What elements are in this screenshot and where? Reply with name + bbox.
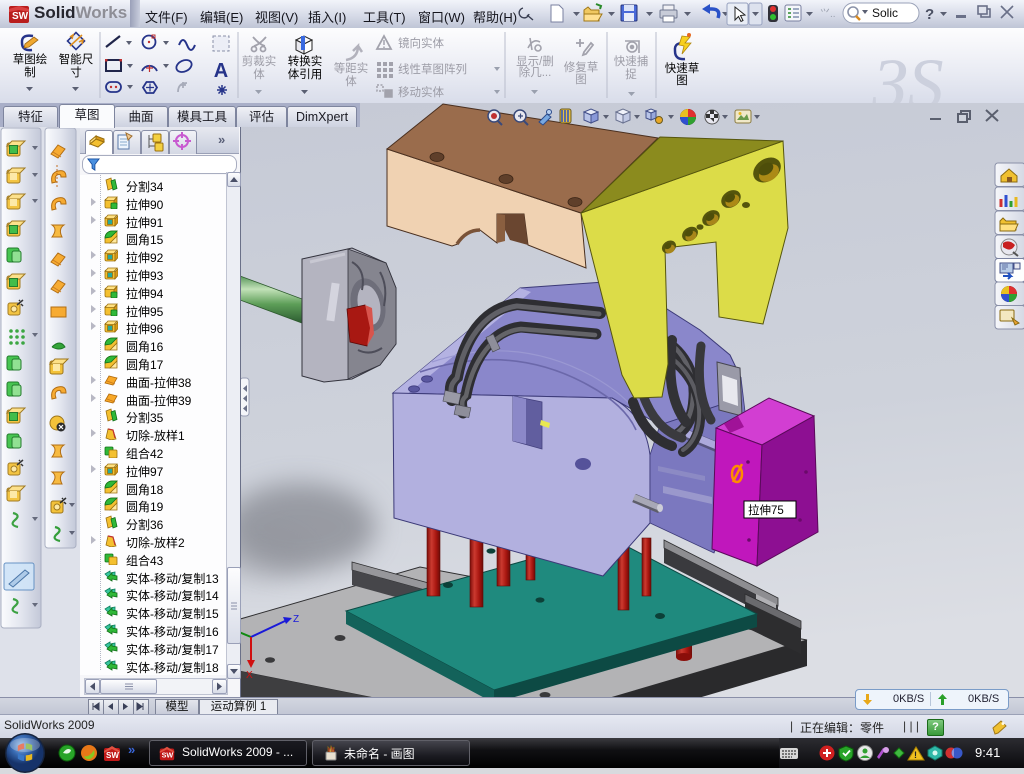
svg-text:Solic: Solic bbox=[872, 6, 898, 20]
svg-text:快速草: 快速草 bbox=[665, 62, 700, 75]
svg-text:!: ! bbox=[914, 750, 917, 760]
svg-text:寸: 寸 bbox=[70, 65, 82, 79]
svg-text:A: A bbox=[214, 60, 228, 82]
svg-text:⺍..: ⺍.. bbox=[820, 8, 836, 20]
svg-text:ЗS: ЗS bbox=[872, 44, 944, 103]
svg-text:X: X bbox=[246, 670, 253, 681]
svg-text:剪裁实: 剪裁实 bbox=[242, 54, 277, 68]
svg-text:?: ? bbox=[925, 6, 934, 23]
svg-text:拉伸75: 拉伸75 bbox=[748, 503, 784, 517]
svg-text:线性草图阵列: 线性草图阵列 bbox=[398, 62, 467, 76]
svg-text:智能尺: 智能尺 bbox=[59, 52, 94, 66]
svg-text:制: 制 bbox=[24, 66, 36, 79]
svg-text:体引用: 体引用 bbox=[288, 67, 323, 81]
svg-text:等距实: 等距实 bbox=[334, 61, 369, 75]
svg-text:修复草: 修复草 bbox=[564, 60, 599, 74]
svg-text:体: 体 bbox=[345, 74, 357, 88]
svg-text:SW: SW bbox=[106, 751, 119, 760]
svg-text:镜向实体: 镜向实体 bbox=[398, 36, 444, 50]
svg-text:图: 图 bbox=[676, 74, 688, 87]
svg-text:SW: SW bbox=[162, 751, 174, 760]
svg-text:快速捕: 快速捕 bbox=[614, 54, 649, 68]
svg-text:体: 体 bbox=[253, 67, 265, 81]
svg-text:除几...: 除几... bbox=[519, 65, 552, 79]
svg-text:草图绘: 草图绘 bbox=[13, 52, 48, 66]
svg-text:Z: Z bbox=[293, 614, 299, 625]
svg-text:图: 图 bbox=[575, 73, 587, 86]
svg-text:移动实体: 移动实体 bbox=[398, 85, 444, 99]
svg-text:捉: 捉 bbox=[625, 67, 637, 81]
svg-text:转换实: 转换实 bbox=[288, 54, 323, 68]
